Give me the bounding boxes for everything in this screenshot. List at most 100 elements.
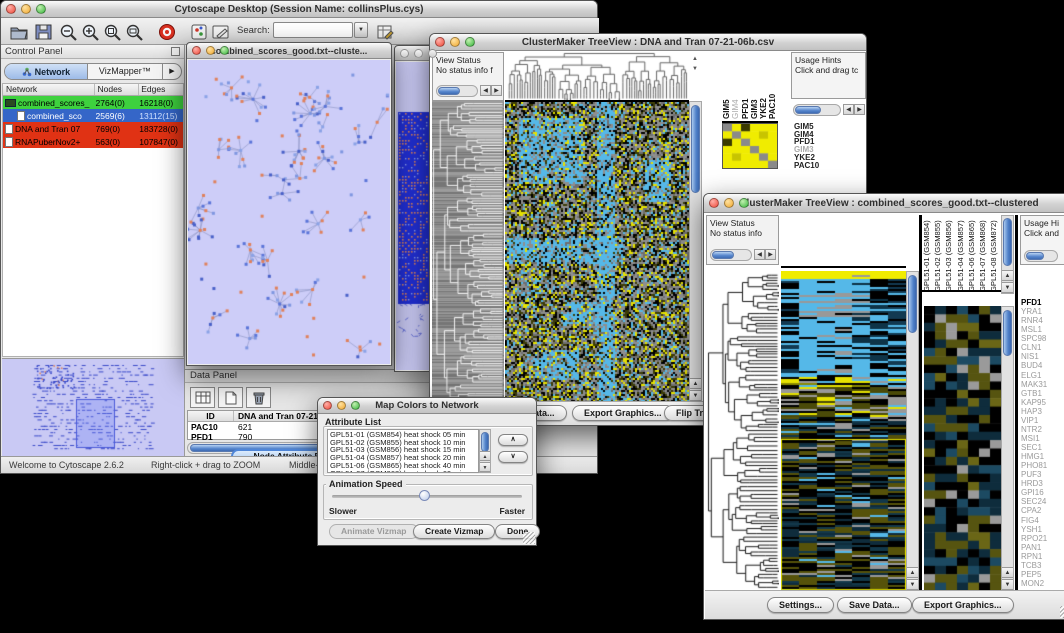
attribute-list-item[interactable]: GPL51-06 (GSM865) heat shock 40 min bbox=[330, 462, 476, 470]
gene-label[interactable]: ELG1 bbox=[1021, 371, 1064, 380]
network-overview-panel[interactable] bbox=[2, 358, 184, 457]
gene-label[interactable]: RNR4 bbox=[1021, 316, 1064, 325]
tv2-column-dendrogram[interactable] bbox=[781, 215, 906, 268]
scroll-up-arrow[interactable]: ▲ bbox=[690, 378, 701, 389]
tv2-heatmap-vscrollbar[interactable]: ▲ ▼ bbox=[906, 271, 919, 591]
scroll-down-arrow[interactable]: ▼ bbox=[907, 579, 918, 590]
down-arrow-icon[interactable]: ▼ bbox=[692, 66, 698, 72]
network-overview-canvas[interactable] bbox=[2, 359, 184, 458]
tv1-main-heatmap[interactable] bbox=[505, 101, 689, 402]
tv1-detail-matrix[interactable] bbox=[722, 123, 778, 169]
attr-col-id[interactable]: ID bbox=[188, 411, 234, 421]
gene-label[interactable]: CLN1 bbox=[1021, 343, 1064, 352]
tv1-heatmap-vscrollbar[interactable]: ▲ ▼ bbox=[689, 101, 702, 402]
gene-label[interactable]: PAN1 bbox=[1021, 543, 1064, 552]
vizmapper-panel-icon[interactable] bbox=[187, 20, 211, 44]
open-session-button[interactable] bbox=[7, 20, 31, 44]
zoom-window-button[interactable] bbox=[220, 46, 229, 55]
gene-label[interactable]: RPN1 bbox=[1021, 552, 1064, 561]
export-graphics-button[interactable]: Export Graphics... bbox=[572, 405, 674, 421]
gene-label[interactable]: PHO81 bbox=[1021, 461, 1064, 470]
float-panel-icon[interactable] bbox=[171, 47, 180, 56]
gene-label[interactable]: MON2 bbox=[1021, 579, 1064, 588]
attribute-browser-panel-icon[interactable] bbox=[209, 20, 233, 44]
gene-label[interactable]: SEC1 bbox=[1021, 443, 1064, 452]
zoom-out-icon[interactable] bbox=[57, 20, 81, 44]
close-button[interactable] bbox=[435, 37, 445, 47]
gene-label[interactable]: KAP95 bbox=[1021, 398, 1064, 407]
col-header-network[interactable]: Network bbox=[3, 84, 95, 95]
col-header-nodes[interactable]: Nodes bbox=[95, 84, 139, 95]
settings-button[interactable]: Settings... bbox=[767, 597, 834, 613]
scroll-right-arrow[interactable]: ▶ bbox=[491, 85, 502, 96]
column-label[interactable]: GPL51-07 (GSM868) bbox=[978, 217, 989, 292]
column-label[interactable]: PAC10 bbox=[768, 55, 777, 119]
new-attribute-icon[interactable] bbox=[218, 387, 243, 408]
scroll-down-arrow[interactable]: ▼ bbox=[1002, 579, 1013, 590]
gene-label[interactable]: MAK31 bbox=[1021, 380, 1064, 389]
column-label[interactable]: GIM3 bbox=[750, 55, 759, 119]
tv2-usage-hscroll[interactable] bbox=[1024, 250, 1058, 262]
attribute-list-item[interactable]: GPL51-02 (GSM855) heat shock 10 min bbox=[330, 439, 476, 447]
tab-more[interactable]: ▶ bbox=[163, 64, 181, 79]
gene-label[interactable]: NTR2 bbox=[1021, 425, 1064, 434]
tv1-usage-hscroll[interactable] bbox=[793, 104, 841, 116]
attribute-list-item[interactable]: GPL51-07 (GSM868) heat shock 60 min bbox=[330, 470, 476, 473]
scroll-up-arrow[interactable]: ▲ bbox=[480, 451, 490, 461]
scroll-up-arrow[interactable]: ▲ bbox=[1002, 270, 1013, 281]
move-up-button[interactable]: ∧ bbox=[498, 434, 528, 446]
zoom-window-button[interactable] bbox=[465, 37, 475, 47]
main-titlebar[interactable]: Cytoscape Desktop (Session Name: collins… bbox=[1, 1, 597, 18]
tv2-detail-heatmap[interactable] bbox=[922, 306, 1001, 591]
tab-vizmapper[interactable]: VizMapper™ bbox=[88, 64, 163, 79]
scroll-down-arrow[interactable]: ▼ bbox=[1002, 282, 1013, 293]
close-button[interactable] bbox=[192, 46, 201, 55]
resize-grip[interactable] bbox=[523, 532, 535, 544]
minimize-button[interactable] bbox=[21, 4, 31, 14]
column-label[interactable]: GPL51-06 (GSM865) bbox=[967, 217, 978, 292]
gene-label[interactable]: TCB3 bbox=[1021, 561, 1064, 570]
tv1-status-hscroll[interactable] bbox=[436, 85, 478, 97]
scroll-thumb[interactable] bbox=[1003, 310, 1012, 356]
scroll-thumb[interactable] bbox=[795, 106, 821, 114]
scroll-thumb[interactable] bbox=[691, 105, 700, 193]
scroll-left-arrow[interactable]: ◀ bbox=[480, 85, 491, 96]
move-down-button[interactable]: ∨ bbox=[498, 451, 528, 463]
scroll-left-arrow[interactable]: ◀ bbox=[754, 249, 765, 260]
zoom-window-button[interactable] bbox=[428, 49, 437, 58]
network-row-combined-sco-selected[interactable]: combined_sco 2569(6) 13112(15) bbox=[3, 109, 183, 122]
column-label[interactable]: GPL51-04 (GSM857) bbox=[956, 217, 967, 292]
column-label[interactable]: GPL51-03 (GSM856) bbox=[944, 217, 955, 292]
zoom-window-button[interactable] bbox=[36, 4, 46, 14]
network-row-combined-scores[interactable]: combined_scores_ 2764(0) 16218(0) bbox=[3, 96, 183, 109]
gene-label[interactable]: HRD3 bbox=[1021, 479, 1064, 488]
search-dropdown-arrow[interactable]: ▼ bbox=[354, 22, 368, 38]
gene-label[interactable]: YRA1 bbox=[1021, 307, 1064, 316]
export-graphics-button[interactable]: Export Graphics... bbox=[912, 597, 1014, 613]
column-label[interactable]: GPL51-01 (GSM854) bbox=[922, 217, 933, 292]
gene-label[interactable]: PUF3 bbox=[1021, 470, 1064, 479]
zoom-in-icon[interactable] bbox=[79, 20, 103, 44]
gene-label[interactable]: HAP3 bbox=[1021, 407, 1064, 416]
gene-label[interactable]: PEP5 bbox=[1021, 570, 1064, 579]
close-button[interactable] bbox=[6, 4, 16, 14]
scroll-down-arrow[interactable]: ▼ bbox=[480, 462, 490, 472]
gene-label[interactable]: RPO21 bbox=[1021, 534, 1064, 543]
scroll-thumb[interactable] bbox=[908, 275, 917, 333]
minimize-button[interactable] bbox=[414, 49, 423, 58]
column-label[interactable]: GPL51-08 (GSM872) bbox=[989, 217, 1000, 292]
scroll-down-arrow[interactable]: ▼ bbox=[690, 390, 701, 401]
col-header-edges[interactable]: Edges bbox=[139, 84, 183, 95]
speed-slider-thumb[interactable] bbox=[419, 490, 430, 501]
gene-label[interactable]: HMG1 bbox=[1021, 452, 1064, 461]
column-label[interactable]: GIM4 bbox=[731, 55, 740, 119]
tv1-column-dendrogram[interactable] bbox=[505, 52, 689, 101]
minimize-button[interactable] bbox=[337, 401, 346, 410]
zoom-selected-icon[interactable] bbox=[101, 20, 125, 44]
network-view-canvas[interactable] bbox=[188, 60, 390, 364]
attribute-list-vscrollbar[interactable]: ▲ ▼ bbox=[479, 429, 491, 473]
tv1-row-dendrogram[interactable] bbox=[432, 101, 504, 402]
scroll-thumb[interactable] bbox=[481, 432, 489, 452]
gene-label[interactable]: VIP1 bbox=[1021, 416, 1064, 425]
close-button[interactable] bbox=[709, 198, 719, 208]
